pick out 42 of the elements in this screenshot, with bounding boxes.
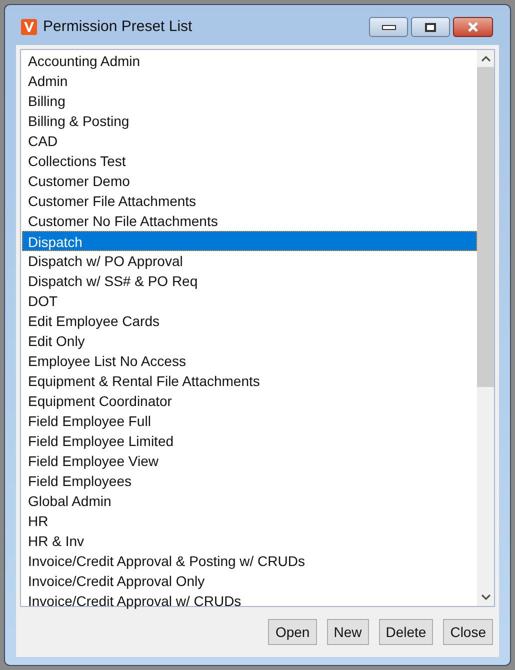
list-item[interactable]: Field Employee View [22,451,477,471]
list-item[interactable]: Invoice/Credit Approval & Posting w/ CRUDs [22,551,477,571]
list-item[interactable]: Edit Only [22,331,477,351]
dialog-button[interactable]: Close [443,619,493,645]
list-item[interactable]: Invoice/Credit Approval w/ CRUDs [22,591,477,611]
list-item[interactable]: Equipment Coordinator [22,391,477,411]
scrollbar[interactable] [477,50,494,606]
maximize-button[interactable] [411,17,450,37]
list-item[interactable]: Dispatch [22,231,477,251]
list-item[interactable]: Field Employee Limited [22,431,477,451]
list-item[interactable]: CAD [22,131,477,151]
app-logo-icon [21,19,37,35]
list-item[interactable]: HR & Inv [22,531,477,551]
dialog-button[interactable]: Open [268,619,317,645]
close-icon [467,22,479,32]
list-item[interactable]: Dispatch w/ PO Approval [22,251,477,271]
list-item[interactable]: Edit Employee Cards [22,311,477,331]
dialog-button[interactable]: New [326,619,369,645]
list-item[interactable]: DOT [22,291,477,311]
list-item[interactable]: HR [22,511,477,531]
list-item[interactable]: Customer No File Attachments [22,211,477,231]
dialog-button[interactable]: Delete [378,619,434,645]
list-item[interactable]: Equipment & Rental File Attachments [22,371,477,391]
maximize-icon [425,22,436,32]
list-item[interactable]: Employee List No Access [22,351,477,371]
list-item[interactable]: Collections Test [22,151,477,171]
list-item[interactable]: Invoice/Credit Approval Only [22,571,477,591]
list-item[interactable]: Accounting Admin [22,51,477,71]
window-title: Permission Preset List [43,16,192,37]
minimize-icon [382,24,396,30]
close-button[interactable] [453,17,493,37]
scroll-thumb[interactable] [477,67,494,387]
list-item[interactable]: Dispatch w/ SS# & PO Req [22,271,477,291]
list-item[interactable]: Billing & Posting [22,111,477,131]
list-item[interactable]: Admin [22,71,477,91]
list-item[interactable]: Customer Demo [22,171,477,191]
list-item[interactable]: Customer File Attachments [22,191,477,211]
list-item[interactable]: Global Admin [22,491,477,511]
list-item[interactable]: Billing [22,91,477,111]
list-item[interactable]: Field Employees [22,471,477,491]
list-item[interactable]: Field Employee Full [22,411,477,431]
minimize-button[interactable] [369,17,408,37]
